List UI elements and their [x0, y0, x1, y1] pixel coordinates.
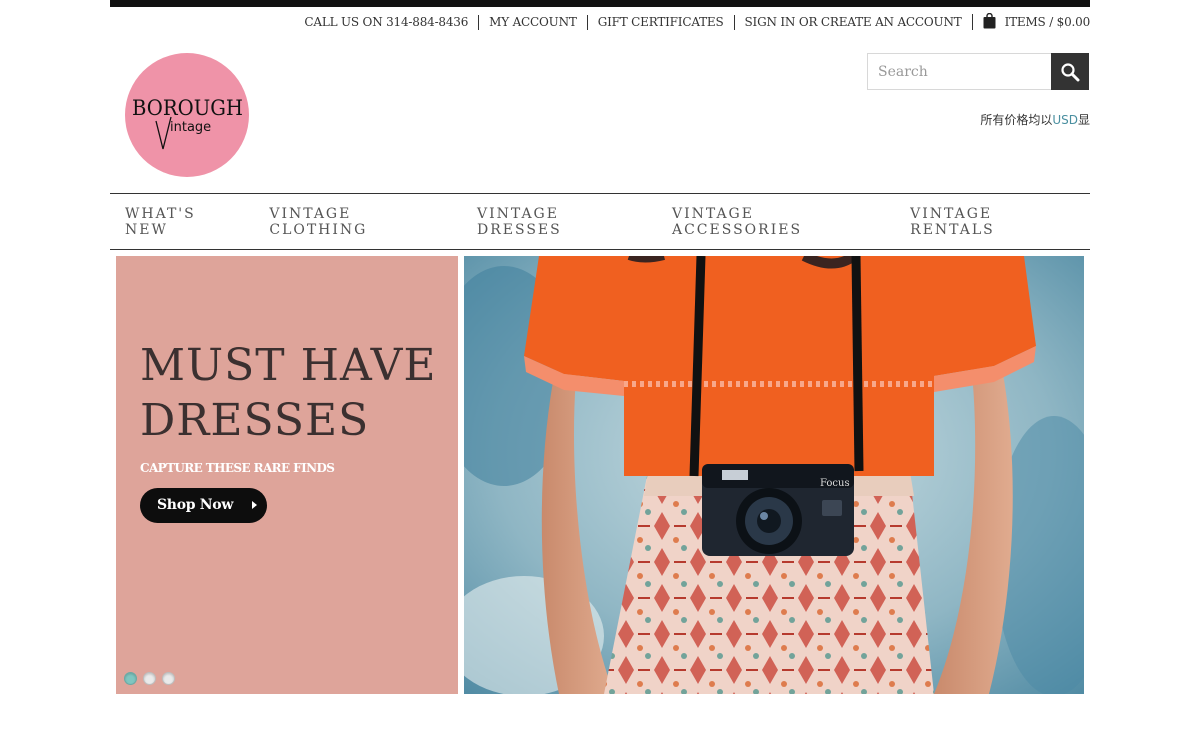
- arrow-right-icon: [252, 501, 258, 509]
- search-input[interactable]: [867, 53, 1051, 90]
- search-icon: [1061, 62, 1080, 81]
- nav-vintage-rentals[interactable]: VINTAGE RENTALS: [910, 206, 1075, 238]
- cart-total: ITEMS / $0.00: [1004, 14, 1091, 29]
- phone-number: CALL US ON 314-884-8436: [304, 14, 469, 29]
- hero-subheading: CAPTURE THESE RARE FINDS: [140, 461, 335, 475]
- shop-now-label: Shop Now: [157, 497, 234, 513]
- hero-heading-line2: DRESSES: [140, 395, 370, 446]
- nav-vintage-accessories[interactable]: VINTAGE ACCESSORIES: [672, 206, 880, 238]
- search-button[interactable]: [1051, 53, 1089, 90]
- logo-line1: BOROUGH: [132, 96, 243, 120]
- slider-dot-2[interactable]: [143, 672, 156, 685]
- hero-heading: MUST HAVE DRESSES: [140, 338, 450, 448]
- shop-now-button[interactable]: Shop Now: [140, 488, 268, 523]
- main-navigation: WHAT'S NEW VINTAGE CLOTHING VINTAGE DRES…: [110, 193, 1090, 250]
- slider-dot-3[interactable]: [162, 672, 175, 685]
- hero-photo-illustration: Focus: [464, 256, 1084, 694]
- logo-line2: intage: [170, 120, 211, 135]
- shopping-bag-icon: [983, 13, 996, 29]
- currency-suffix: 显: [1077, 113, 1090, 127]
- hero-photo[interactable]: Focus: [464, 256, 1084, 694]
- hero-heading-line1: MUST HAVE: [140, 340, 437, 391]
- search-bar: [867, 53, 1089, 90]
- cart-link[interactable]: ITEMS / $0.00: [971, 13, 1091, 30]
- nav-vintage-dresses[interactable]: VINTAGE DRESSES: [477, 206, 642, 238]
- currency-note: 所有价格均以USD显: [980, 111, 1090, 128]
- currency-code-link[interactable]: USD: [1052, 113, 1078, 127]
- nav-vintage-clothing[interactable]: VINTAGE CLOTHING: [269, 206, 447, 238]
- logo-wordmark: BOROUGH intage: [132, 96, 243, 150]
- my-account-link[interactable]: MY ACCOUNT: [478, 14, 587, 30]
- slider-dot-1[interactable]: [124, 672, 137, 685]
- store-logo[interactable]: BOROUGH intage: [125, 53, 249, 177]
- sign-in-link[interactable]: SIGN IN OR CREATE AN ACCOUNT: [733, 14, 972, 30]
- slider-dots: [124, 672, 181, 685]
- currency-prefix: 所有价格均以: [980, 113, 1053, 127]
- nav-whats-new[interactable]: WHAT'S NEW: [125, 206, 239, 238]
- gift-certificates-link[interactable]: GIFT CERTIFICATES: [586, 14, 734, 30]
- utility-nav: CALL US ON 314-884-8436 MY ACCOUNT GIFT …: [294, 13, 1091, 30]
- camera-brand-text: Focus: [820, 478, 850, 489]
- hero-promo-panel: MUST HAVE DRESSES CAPTURE THESE RARE FIN…: [116, 256, 458, 694]
- top-black-bar: [110, 0, 1090, 7]
